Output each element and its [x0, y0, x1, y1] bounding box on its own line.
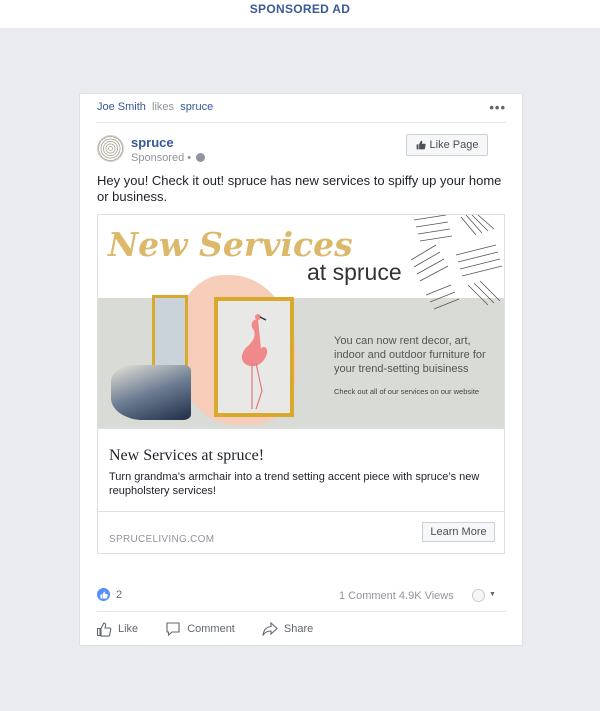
- activity-verb: likes: [152, 101, 175, 113]
- like-count: 2: [116, 588, 123, 601]
- thumbs-up-icon: [416, 140, 426, 150]
- ad-footer: SPRUCELIVING.COM Learn More: [98, 511, 504, 553]
- page-avatar[interactable]: [97, 135, 124, 162]
- share-action-label: Share: [283, 623, 314, 635]
- globe-icon: [196, 153, 206, 162]
- ad-image-note: Check out all of our services on our web…: [334, 387, 480, 396]
- reaction-summary[interactable]: 2: [97, 588, 122, 601]
- flamingo-icon: [241, 314, 268, 410]
- share-action-button[interactable]: Share: [262, 621, 313, 637]
- sponsored-post-card: Joe Smith likes spruce ••• spruce Sponso…: [79, 93, 523, 646]
- ad-image-copy: You can now rent decor, art, indoor and …: [334, 335, 486, 375]
- ad-attachment[interactable]: New Services at spruce You can now rent …: [97, 214, 505, 554]
- post-body-text: Hey you! Check it out! spruce has new se…: [97, 173, 502, 204]
- ad-text-area[interactable]: New Services at spruce! Turn grandma’s a…: [98, 428, 504, 511]
- activity-user-link[interactable]: Joe Smith: [97, 101, 146, 113]
- comment-action-label: Comment: [187, 623, 235, 635]
- banner-label: SPONSORED AD: [249, 2, 351, 16]
- like-action-button[interactable]: Like: [96, 621, 138, 637]
- action-bar: Like Comment Share: [96, 621, 340, 637]
- engagement-stats[interactable]: 1 Comment 4.9K Views: [339, 590, 454, 602]
- decorative-stripes: [410, 215, 503, 310]
- activity-page-link[interactable]: spruce: [180, 101, 213, 113]
- flamingo-frame: [214, 297, 294, 417]
- divider: [96, 611, 506, 612]
- like-page-label: Like Page: [429, 139, 479, 151]
- sponsored-text: Sponsored •: [131, 152, 192, 164]
- sponsored-ad-banner: SPONSORED AD: [0, 0, 600, 28]
- ad-title: New Services at spruce!: [109, 447, 265, 464]
- thumbs-up-icon: [96, 622, 112, 637]
- like-page-button[interactable]: Like Page: [406, 134, 488, 156]
- comment-action-button[interactable]: Comment: [165, 621, 235, 637]
- ad-subhead: at spruce: [307, 259, 402, 285]
- chevron-down-icon[interactable]: ▼: [489, 591, 496, 598]
- divider: [96, 122, 506, 123]
- ad-creative-image[interactable]: New Services at spruce You can now rent …: [98, 215, 504, 428]
- more-dots-icon[interactable]: •••: [489, 100, 506, 115]
- like-reaction-icon: [97, 588, 110, 601]
- ad-description: Turn grandma’s armchair into a trend set…: [109, 471, 480, 497]
- share-icon: [262, 621, 278, 636]
- like-action-label: Like: [118, 623, 139, 635]
- wave-art: [111, 365, 191, 420]
- sponsored-label: Sponsored •: [131, 152, 206, 164]
- viewer-avatar[interactable]: [472, 589, 485, 602]
- page-name-link[interactable]: spruce: [131, 135, 174, 150]
- learn-more-button[interactable]: Learn More: [422, 522, 495, 542]
- ad-domain: SPRUCELIVING.COM: [109, 534, 215, 545]
- activity-line: Joe Smith likes spruce: [97, 101, 213, 113]
- comment-icon: [166, 622, 180, 637]
